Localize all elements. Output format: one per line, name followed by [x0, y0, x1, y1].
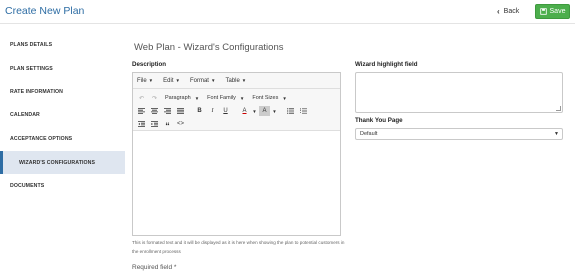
sidebar-item-rate-information[interactable]: RATE INFORMATION: [0, 80, 125, 103]
background-color-button[interactable]: A: [259, 106, 270, 116]
outdent-icon[interactable]: [136, 119, 147, 129]
numbered-list-icon[interactable]: [298, 106, 309, 116]
caret-down-icon: ▼: [554, 131, 559, 137]
align-right-icon[interactable]: [162, 106, 173, 116]
menu-table[interactable]: Table ▼: [225, 78, 246, 84]
top-bar: Create New Plan ‹ Back Save: [0, 0, 575, 24]
thank-you-page-value: Default: [360, 131, 378, 137]
back-button[interactable]: ‹ Back: [497, 5, 519, 18]
editor-content-area[interactable]: [133, 131, 340, 235]
thank-you-page-select[interactable]: Default ▼: [355, 128, 563, 140]
caret-down-icon: ▼: [148, 77, 154, 83]
font-sizes-dropdown[interactable]: Font Sizes ▼: [249, 93, 289, 103]
highlight-field-textarea[interactable]: [355, 72, 563, 113]
chevron-left-icon: ‹: [497, 7, 500, 16]
underline-button[interactable]: U: [220, 106, 231, 116]
undo-icon[interactable]: ↶: [136, 93, 147, 103]
description-label: Description: [132, 61, 167, 68]
sidebar-item-calendar[interactable]: CALENDAR: [0, 103, 125, 126]
menu-format[interactable]: Format ▼: [190, 78, 215, 84]
menu-file[interactable]: File ▼: [137, 78, 153, 84]
menu-edit[interactable]: Edit ▼: [163, 78, 180, 84]
save-icon: [539, 8, 547, 15]
caret-down-icon: ▼: [282, 95, 287, 101]
align-center-icon[interactable]: [149, 106, 160, 116]
sidebar-item-wizards-configurations[interactable]: WIZARD'S CONFIGURATIONS: [0, 151, 125, 174]
rich-text-editor: File ▼ Edit ▼ Format ▼ Table ▼ ↶ ↷ Paragraph…: [132, 72, 341, 236]
save-button[interactable]: Save: [535, 4, 570, 19]
sidebar-item-acceptance-options[interactable]: ACCEPTANCE OPTIONS: [0, 127, 125, 150]
sidebar-item-plan-settings[interactable]: PLAN SETTINGS: [0, 57, 125, 80]
paragraph-dropdown[interactable]: Paragraph ▼: [162, 93, 202, 103]
editor-menubar: File ▼ Edit ▼ Format ▼ Table ▼: [133, 73, 340, 89]
bold-button[interactable]: B: [194, 106, 205, 116]
caret-down-icon: ▼: [241, 77, 247, 83]
code-icon[interactable]: <>: [175, 119, 186, 129]
italic-button[interactable]: I: [207, 106, 218, 116]
sidebar-item-documents[interactable]: DOCUMENTS: [0, 174, 125, 197]
caret-down-icon: ▼: [194, 95, 200, 101]
page-title: Create New Plan: [5, 5, 85, 17]
caret-down-icon: ▼: [210, 77, 216, 83]
save-label: Save: [549, 8, 566, 15]
editor-helper-text: This is formated text and it will be dis…: [132, 240, 345, 254]
redo-icon[interactable]: ↷: [149, 93, 160, 103]
align-left-icon[interactable]: [136, 106, 147, 116]
thank-you-page-label: Thank You Page: [355, 117, 403, 124]
font-family-dropdown[interactable]: Font Family ▼: [204, 93, 247, 103]
back-label: Back: [503, 8, 520, 15]
align-justify-icon[interactable]: [175, 106, 186, 116]
section-title: Web Plan - Wizard's Configurations: [134, 42, 284, 53]
caret-down-icon[interactable]: ▼: [272, 106, 277, 116]
caret-down-icon[interactable]: ▼: [252, 106, 257, 116]
blockquote-icon[interactable]: “: [162, 119, 173, 131]
caret-down-icon: ▼: [239, 95, 245, 101]
required-field-note: Required field *: [132, 264, 177, 271]
bullet-list-icon[interactable]: [285, 106, 296, 116]
text-color-button[interactable]: A: [239, 106, 250, 116]
sidebar-item-plans-details[interactable]: PLANS DETAILS: [0, 33, 125, 56]
caret-down-icon: ▼: [175, 77, 180, 83]
indent-icon[interactable]: [149, 119, 160, 129]
editor-toolbar: ↶ ↷ Paragraph ▼ Font Family ▼ Font Sizes ▼ …: [133, 89, 340, 131]
highlight-field-label: Wizard highlight field: [355, 61, 418, 68]
